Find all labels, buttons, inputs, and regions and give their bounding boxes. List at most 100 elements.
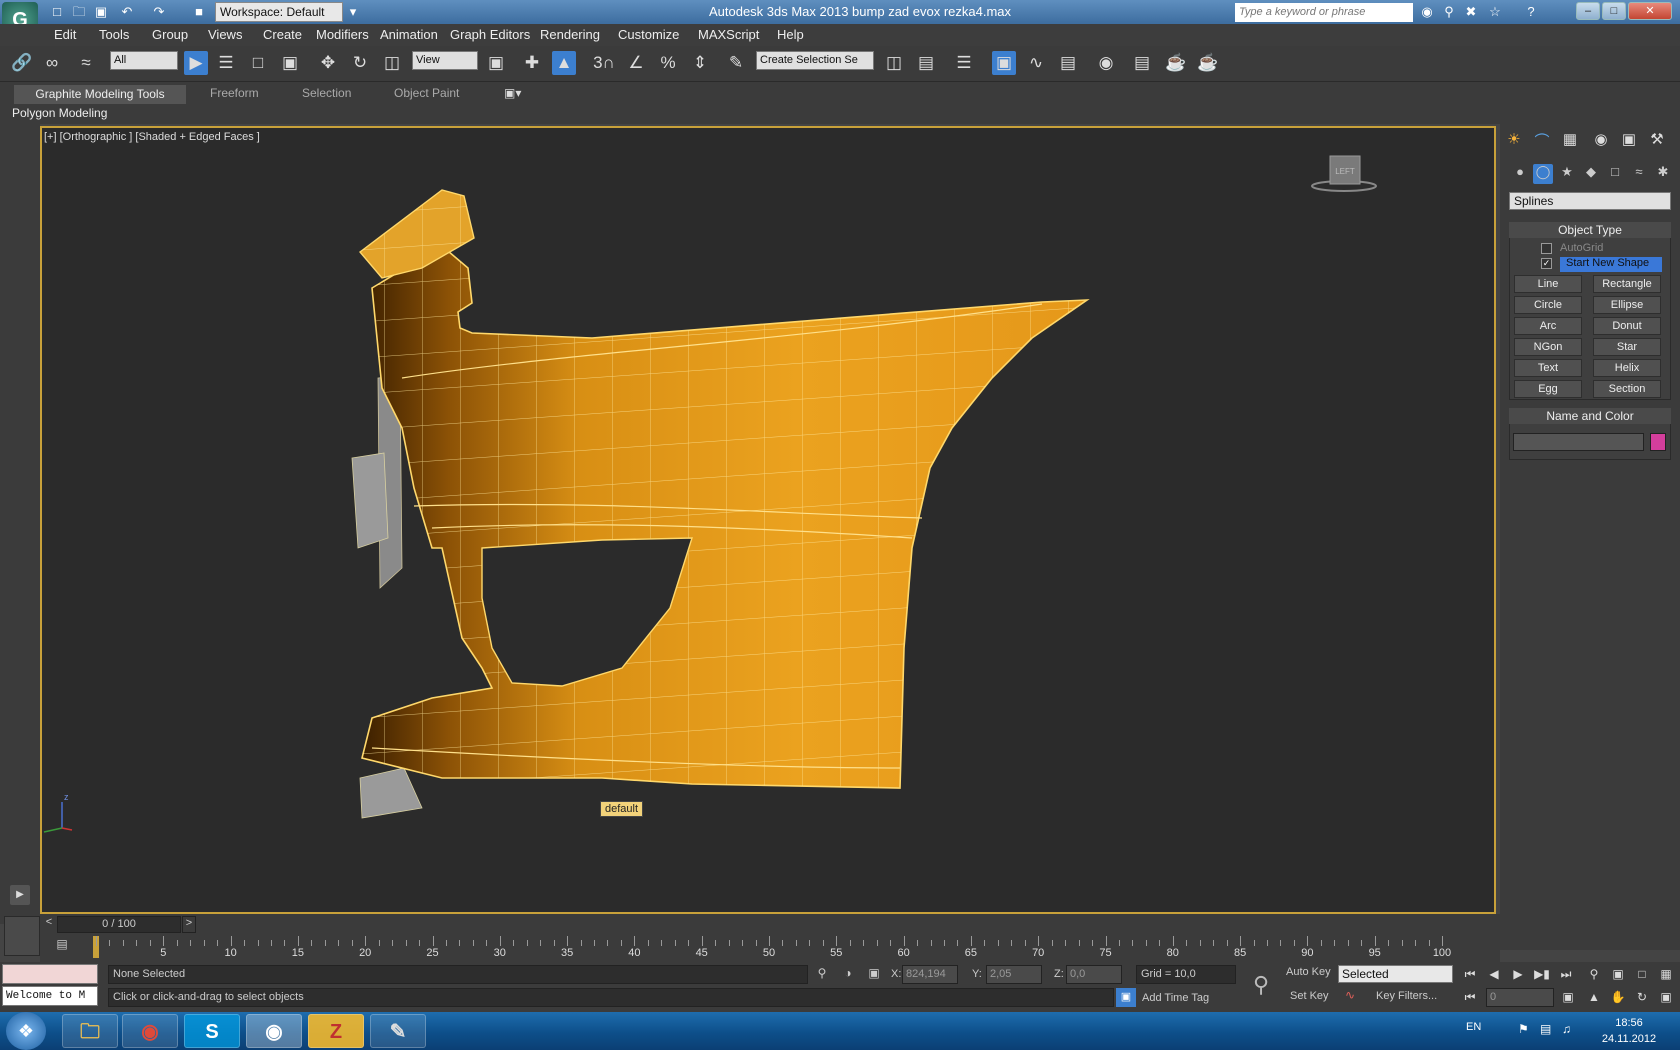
maximize-button[interactable]: □ xyxy=(1602,2,1626,20)
render-setup-icon[interactable]: ▤ xyxy=(1130,51,1154,75)
named-selection-dropdown[interactable]: Create Selection Se xyxy=(756,51,874,70)
current-frame-input[interactable]: 0 xyxy=(1486,988,1554,1007)
3dsmax-task-icon[interactable]: ◉ xyxy=(246,1014,302,1048)
tray-volume-icon[interactable]: ♫ xyxy=(1562,1022,1571,1036)
tab-freeform[interactable]: Freeform xyxy=(210,86,259,100)
close-button[interactable]: ✕ xyxy=(1628,2,1672,20)
tray-network-icon[interactable]: ▤ xyxy=(1540,1022,1551,1036)
time-config-icon[interactable]: ▣ xyxy=(1558,988,1578,1007)
ribbon-options-icon[interactable]: ▣▾ xyxy=(504,86,521,100)
orbit-icon[interactable]: ↻ xyxy=(1632,988,1652,1007)
schematic-view-icon[interactable]: ▤ xyxy=(1056,51,1080,75)
keyboard-shortcut-override-icon[interactable]: ▲ xyxy=(552,51,576,75)
explorer-task-icon[interactable]: 🗀 xyxy=(62,1014,118,1048)
spacewarps-icon[interactable]: ≈ xyxy=(1629,164,1649,184)
start-new-shape-checkbox[interactable]: ✓ xyxy=(1541,258,1552,269)
field-of-view-icon[interactable]: ▲ xyxy=(1584,988,1604,1007)
time-tag-icon[interactable]: ▣ xyxy=(1116,988,1136,1007)
system-clock[interactable]: 18:56 24.11.2012 xyxy=(1594,1015,1664,1047)
quick-access-menu-icon[interactable]: ▾ xyxy=(344,3,362,21)
rotate-icon[interactable]: ↻ xyxy=(348,51,372,75)
hierarchy-tab-icon[interactable]: ▦ xyxy=(1559,130,1581,152)
unlink-icon[interactable]: ∞ xyxy=(40,51,64,75)
zbrush-task-icon[interactable]: Z xyxy=(308,1014,364,1048)
select-object-icon[interactable]: ▶ xyxy=(184,51,208,75)
menu-edit[interactable]: Edit xyxy=(54,27,76,42)
scale-icon[interactable]: ◫ xyxy=(380,51,404,75)
cameras-icon[interactable]: ◆ xyxy=(1581,164,1601,184)
menu-tools[interactable]: Tools xyxy=(99,27,129,42)
maxscript-mini-listener[interactable]: Welcome to M xyxy=(2,986,98,1006)
tab-selection[interactable]: Selection xyxy=(302,86,351,100)
key-filters-button[interactable]: Key Filters... xyxy=(1376,990,1437,1002)
ellipse-button[interactable]: Ellipse xyxy=(1593,296,1661,314)
object-type-header[interactable]: Object Type xyxy=(1509,222,1671,238)
open-file-icon[interactable]: 🗀 xyxy=(70,3,88,21)
project-folder-icon[interactable]: ■ xyxy=(190,3,208,21)
tab-object-paint[interactable]: Object Paint xyxy=(394,86,459,100)
geometry-icon[interactable]: ● xyxy=(1510,164,1530,184)
star-button[interactable]: Star xyxy=(1593,338,1661,356)
lights-icon[interactable]: ★ xyxy=(1557,164,1577,184)
subscription-icon[interactable]: ⚲ xyxy=(1440,3,1458,21)
viewport-label[interactable]: [+] [Orthographic ] [Shaded + Edged Face… xyxy=(44,131,260,143)
helix-button[interactable]: Helix xyxy=(1593,359,1661,377)
previous-frame-icon[interactable]: ◀ xyxy=(1484,965,1504,984)
menu-animation[interactable]: Animation xyxy=(380,27,438,42)
chrome-task-icon[interactable]: ◉ xyxy=(122,1014,178,1048)
section-button[interactable]: Section xyxy=(1593,380,1661,398)
egg-button[interactable]: Egg xyxy=(1514,380,1582,398)
select-manipulate-icon[interactable]: ✚ xyxy=(520,51,544,75)
move-icon[interactable]: ✥ xyxy=(316,51,340,75)
key-mode-dropdown[interactable]: Selected xyxy=(1338,965,1453,983)
search-input[interactable]: Type a keyword or phrase xyxy=(1235,3,1413,22)
go-to-end-icon[interactable]: ⏭ xyxy=(1556,965,1576,984)
isolate-icon[interactable]: ⚲ xyxy=(814,966,830,980)
rectangle-button[interactable]: Rectangle xyxy=(1593,275,1661,293)
new-file-icon[interactable]: □ xyxy=(48,3,66,21)
time-prev-icon[interactable]: < xyxy=(42,916,56,933)
edit-named-selection-icon[interactable]: ✎ xyxy=(724,51,748,75)
select-by-name-icon[interactable]: ☰ xyxy=(214,51,238,75)
pivot-center-icon[interactable]: ▣ xyxy=(484,51,508,75)
menu-help[interactable]: Help xyxy=(777,27,804,42)
link-icon[interactable]: 🔗 xyxy=(10,51,34,75)
z-coordinate-input[interactable]: 0,0 xyxy=(1066,965,1122,984)
helpers-icon[interactable]: □ xyxy=(1605,164,1625,184)
material-editor-icon[interactable]: ◉ xyxy=(1094,51,1118,75)
menu-group[interactable]: Group xyxy=(152,27,188,42)
menu-maxscript[interactable]: MAXScript xyxy=(698,27,759,42)
selection-lock-icon[interactable]: ◑ xyxy=(840,966,856,980)
tab-graphite-modeling-tools[interactable]: Graphite Modeling Tools xyxy=(14,85,186,104)
display-tab-icon[interactable]: ▣ xyxy=(1618,130,1640,152)
auto-key-button[interactable]: Auto Key xyxy=(1286,966,1331,978)
name-color-header[interactable]: Name and Color xyxy=(1509,408,1671,424)
undo-icon[interactable]: ↶ xyxy=(118,3,136,21)
menu-modifiers[interactable]: Modifiers xyxy=(316,27,369,42)
render-production-icon[interactable]: ☕ xyxy=(1196,51,1220,75)
skype-task-icon[interactable]: S xyxy=(184,1014,240,1048)
add-time-tag[interactable]: Add Time Tag xyxy=(1142,992,1209,1004)
next-frame-icon[interactable]: ▶▮ xyxy=(1532,965,1552,984)
viewport[interactable]: LEFT z xyxy=(40,126,1496,914)
create-tab-icon[interactable]: ☀ xyxy=(1503,130,1525,152)
redo-icon[interactable]: ↷ xyxy=(150,3,168,21)
snaps-toggle-icon[interactable]: 3∩ xyxy=(592,51,616,75)
menu-rendering[interactable]: Rendering xyxy=(540,27,600,42)
text-button[interactable]: Text xyxy=(1514,359,1582,377)
object-color-swatch[interactable] xyxy=(1650,433,1666,451)
shape-category-dropdown[interactable]: Splines xyxy=(1509,192,1671,210)
layer-manager-icon[interactable]: ☰ xyxy=(952,51,976,75)
communication-icon[interactable]: ✖ xyxy=(1462,3,1480,21)
autogrid-checkbox[interactable] xyxy=(1541,243,1552,254)
tray-flag-icon[interactable]: ⚑ xyxy=(1518,1022,1529,1036)
help-icon[interactable]: ? xyxy=(1522,3,1540,21)
favorites-icon[interactable]: ☆ xyxy=(1486,3,1504,21)
motion-tab-icon[interactable]: ◉ xyxy=(1590,130,1612,152)
curve-editor-icon[interactable]: ∿ xyxy=(1024,51,1048,75)
window-crossing-icon[interactable]: ▣ xyxy=(278,51,302,75)
save-file-icon[interactable]: ▣ xyxy=(92,3,110,21)
go-to-start-icon[interactable]: ⏮ xyxy=(1460,965,1480,984)
zoom-icon[interactable]: ⚲ xyxy=(1584,965,1604,984)
play-icon[interactable]: ▶ xyxy=(1508,965,1528,984)
